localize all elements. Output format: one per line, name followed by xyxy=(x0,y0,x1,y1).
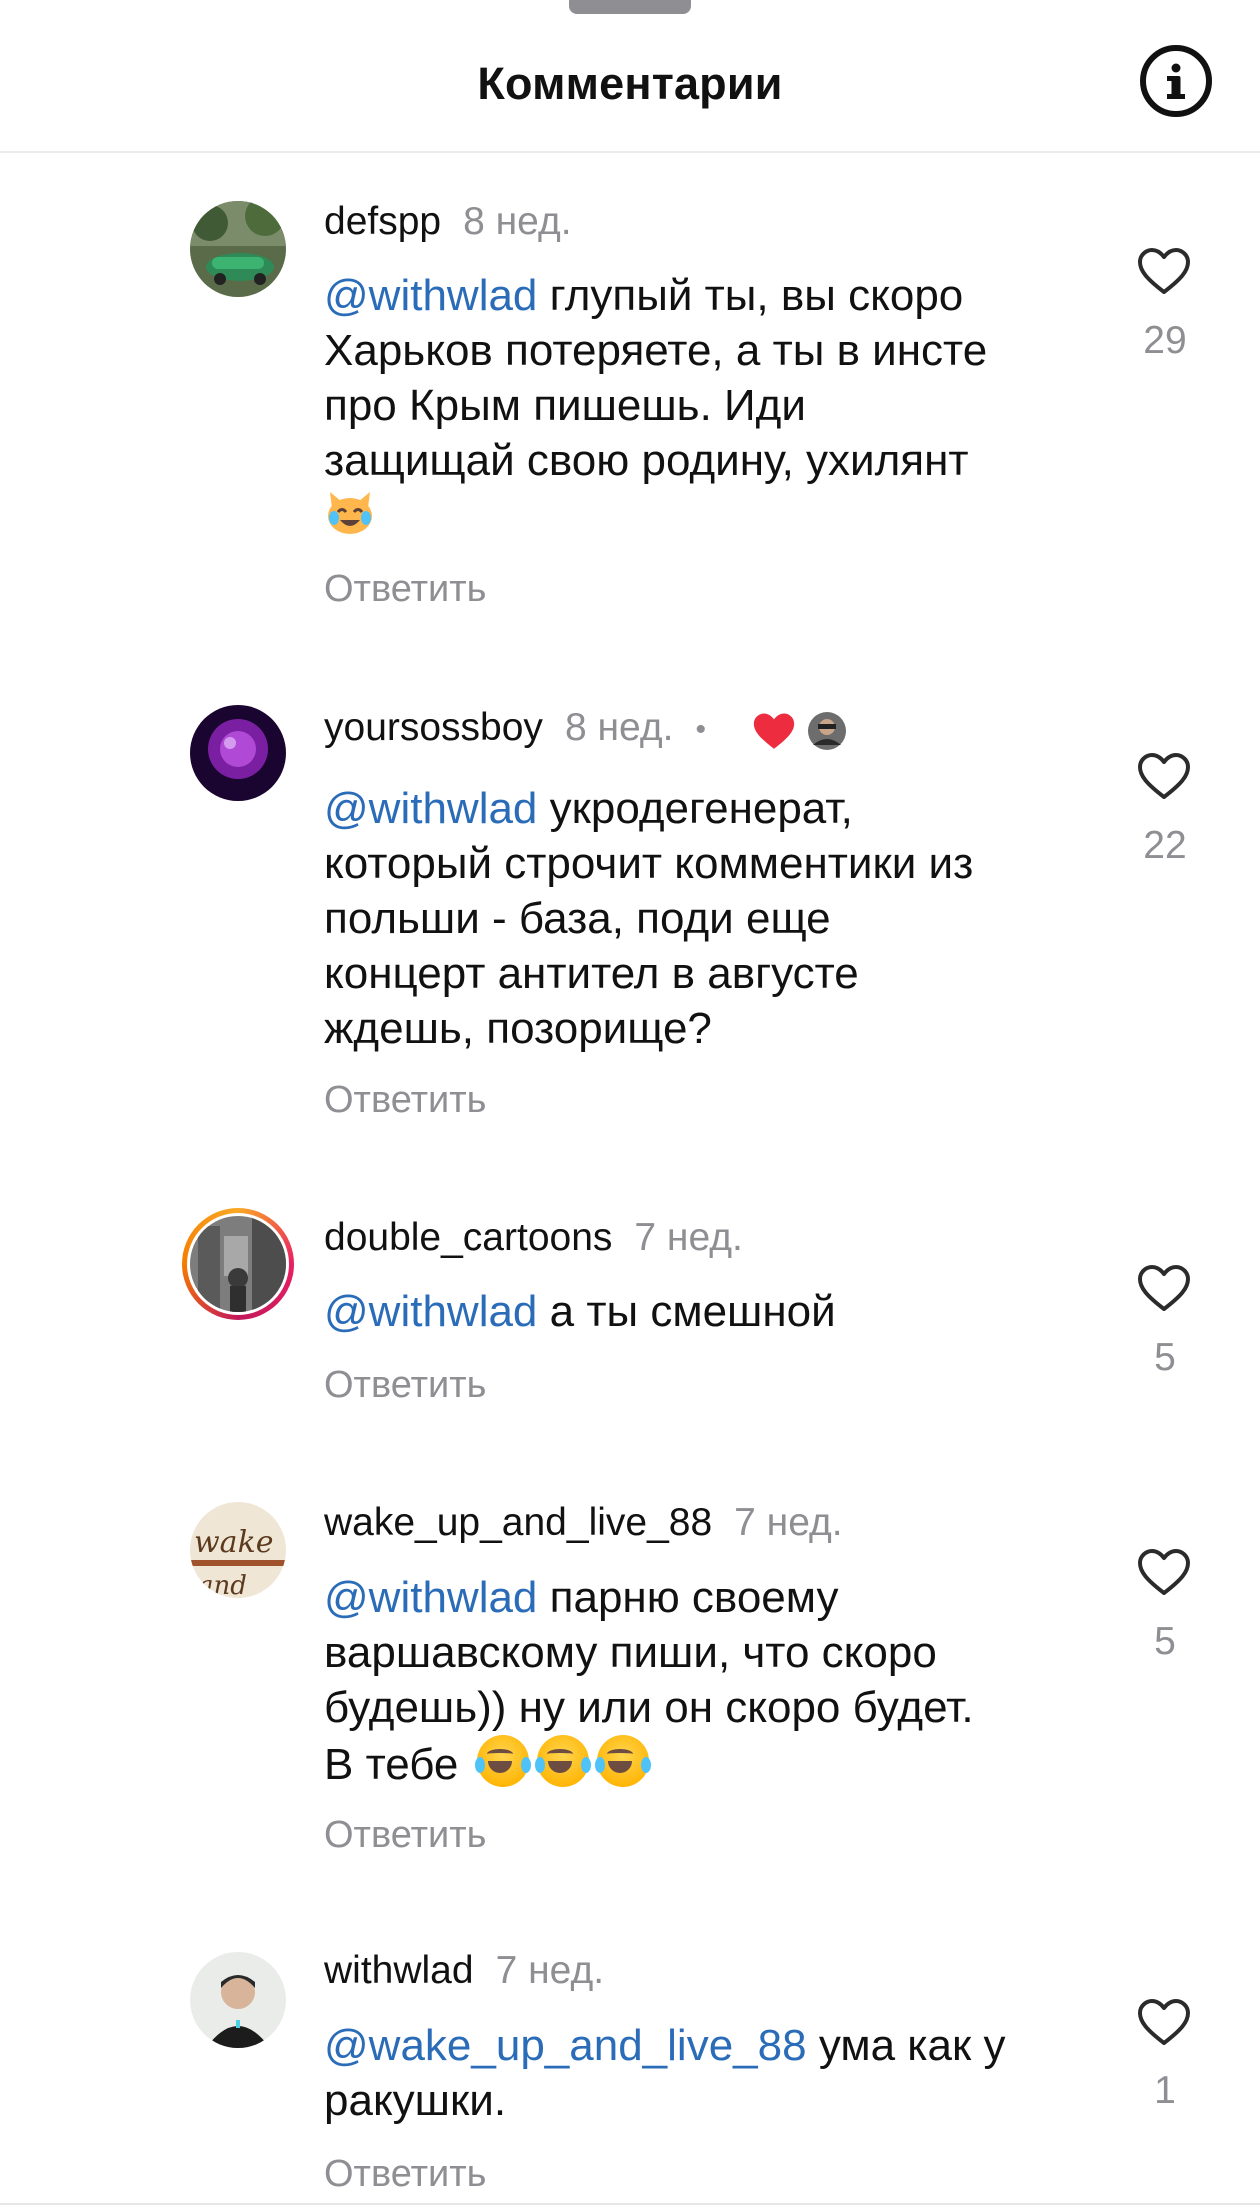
info-icon xyxy=(1167,63,1185,99)
like-count: 29 xyxy=(1143,319,1187,362)
like-count: 22 xyxy=(1143,824,1187,867)
mention-link[interactable]: @wake_up_and_live_88 xyxy=(324,2021,807,2070)
reply-button[interactable]: Ответить xyxy=(324,566,486,612)
avatar[interactable] xyxy=(190,705,286,801)
author-avatar-icon xyxy=(807,711,846,750)
username[interactable]: withwlad xyxy=(324,1949,474,1992)
heart-icon xyxy=(1138,248,1190,294)
avatar[interactable]: wake and xyxy=(190,1502,286,1598)
info-button[interactable] xyxy=(1140,45,1212,117)
mention-link[interactable]: @withwlad xyxy=(324,1287,537,1336)
comment-time: 7 нед. xyxy=(734,1501,843,1544)
like-button[interactable] xyxy=(1134,1264,1194,1319)
comment-text: @wake_up_and_live_88 ума как у ракушки. xyxy=(324,2021,1006,2125)
reply-button[interactable]: Ответить xyxy=(324,1812,486,1858)
comment-time: 7 нед. xyxy=(634,1216,743,1259)
comment-time: 8 нед. xyxy=(564,706,674,749)
comment-text: @withwlad парню своему варшавскому пиши,… xyxy=(324,1573,974,1789)
avatar[interactable] xyxy=(190,1952,286,2048)
username[interactable]: double_cartoons xyxy=(324,1216,612,1259)
reply-button[interactable]: Ответить xyxy=(324,1362,486,1408)
mention-link[interactable]: @withwlad xyxy=(324,271,537,320)
header: Комментарии xyxy=(0,0,1260,153)
comment-time: 7 нед. xyxy=(495,1949,605,1992)
heart-icon xyxy=(1138,1549,1190,1595)
like-count: 5 xyxy=(1154,1620,1176,1663)
story-ring[interactable] xyxy=(182,1208,294,1320)
divider xyxy=(0,2203,1260,2205)
comment-text: @withwlad а ты смешной xyxy=(324,1287,836,1336)
like-button[interactable] xyxy=(1134,752,1194,807)
reply-button[interactable]: Ответить xyxy=(324,2151,486,2197)
comment-text: @withwlad глупый ты, вы скоро Харьков по… xyxy=(324,268,1084,545)
mention-link[interactable]: @withwlad xyxy=(324,1573,537,1622)
crying-laughing-cat-emoji xyxy=(324,488,376,536)
tears-of-joy-emoji xyxy=(474,1735,657,1789)
comment-text: @withwlad укродегенерат, который строчит… xyxy=(324,784,974,1053)
like-button[interactable] xyxy=(1134,247,1194,302)
page-title: Комментарии xyxy=(477,58,783,109)
username[interactable]: wake_up_and_live_88 xyxy=(324,1501,712,1544)
like-button[interactable] xyxy=(1134,1548,1194,1603)
like-count: 5 xyxy=(1154,1336,1176,1379)
reply-button[interactable]: Ответить xyxy=(324,1077,486,1123)
svg-text:and: and xyxy=(198,1571,247,1598)
author-liked-indicator xyxy=(751,707,851,753)
like-count: 1 xyxy=(1154,2069,1176,2112)
username[interactable]: yoursossboy xyxy=(324,706,543,749)
svg-text:wake: wake xyxy=(194,1525,274,1560)
separator-dot: • xyxy=(695,712,706,746)
username[interactable]: defspp xyxy=(324,200,441,243)
like-button[interactable] xyxy=(1134,1998,1194,2053)
comment-time: 8 нед. xyxy=(463,200,572,243)
avatar xyxy=(190,1216,286,1312)
red-heart-icon xyxy=(753,713,794,749)
heart-icon xyxy=(1138,1999,1190,2045)
heart-icon xyxy=(1138,753,1190,799)
heart-icon xyxy=(1138,1265,1190,1311)
mention-link[interactable]: @withwlad xyxy=(324,784,537,833)
avatar[interactable] xyxy=(190,201,286,297)
